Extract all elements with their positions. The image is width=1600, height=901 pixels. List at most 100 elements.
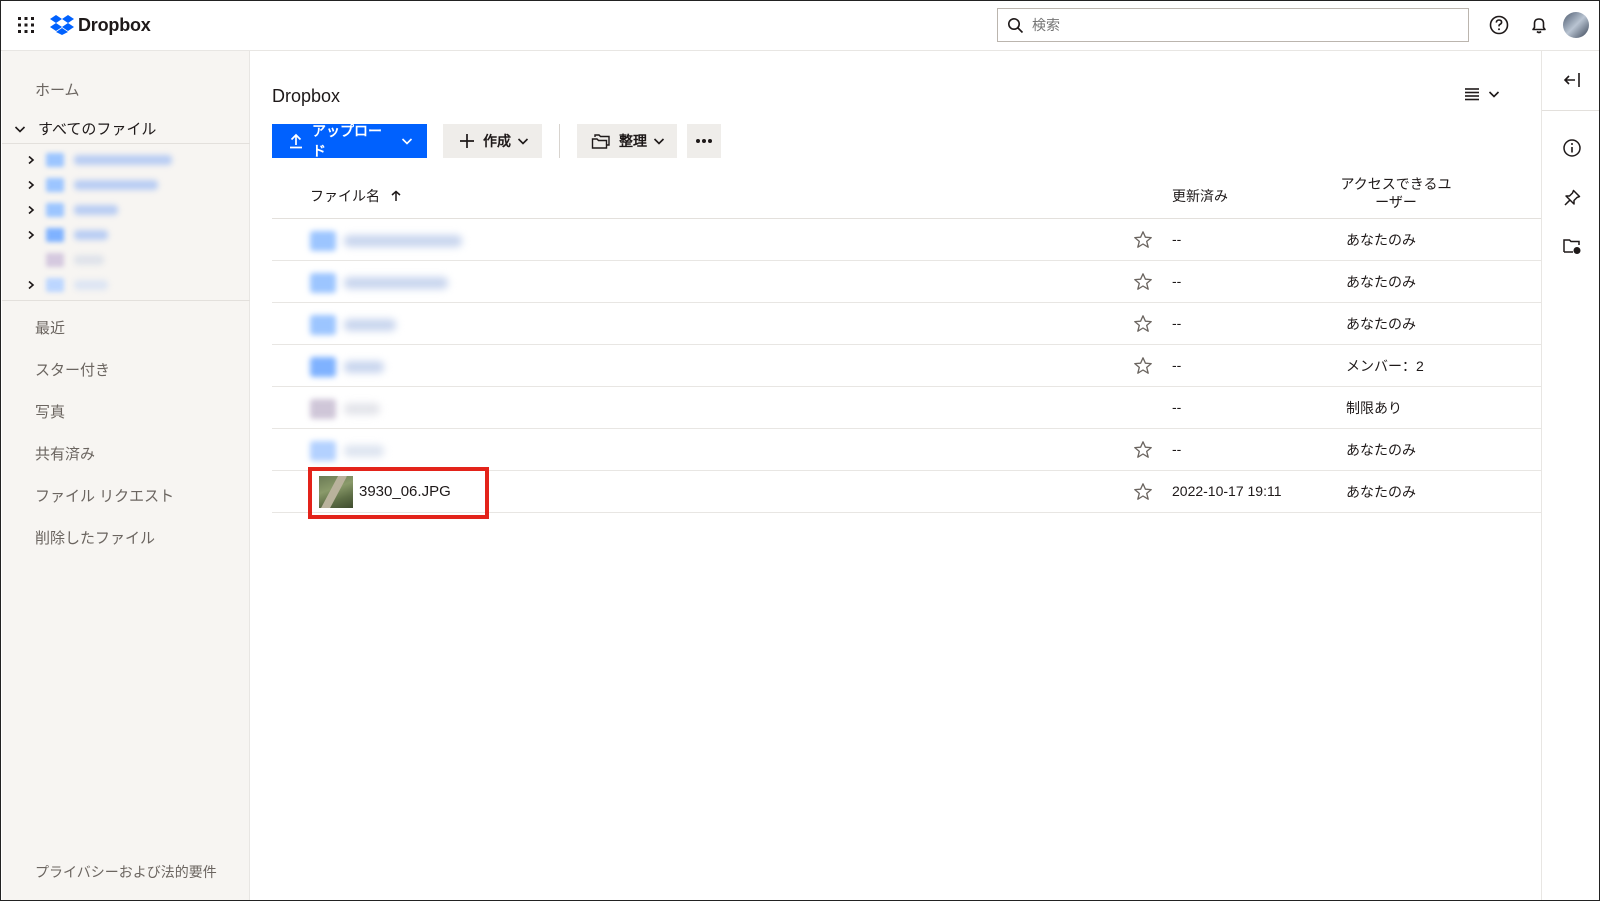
redacted-file-name: [344, 445, 384, 457]
restricted-folder-icon: [46, 253, 64, 267]
folder-activity-icon[interactable]: [1561, 235, 1583, 257]
star-icon[interactable]: [1133, 482, 1153, 502]
folder-tree-item[interactable]: [26, 150, 172, 170]
dropbox-logo[interactable]: Dropbox: [50, 13, 151, 37]
upload-icon: [290, 133, 302, 149]
chevron-down-icon[interactable]: [14, 123, 26, 135]
plus-icon: [460, 134, 474, 148]
modified-date: --: [1172, 441, 1182, 457]
redacted-folder-name: [74, 280, 108, 290]
sidebar-item-starred[interactable]: スター付き: [35, 359, 110, 380]
access-label: あなたのみ: [1346, 316, 1416, 332]
file-table-header: ファイル名 更新済み アクセスできるユーザー: [272, 169, 1541, 219]
column-header-access[interactable]: アクセスできるユーザー: [1340, 175, 1452, 211]
highlight-box: [308, 467, 489, 519]
divider: [2, 300, 250, 301]
modified-date: 2022-10-17 19:11: [1172, 483, 1282, 499]
more-actions-button[interactable]: [687, 124, 721, 158]
modified-date: --: [1172, 273, 1182, 289]
dropbox-box-icon: [50, 15, 74, 35]
chevron-down-icon: [517, 138, 529, 145]
chevron-down-icon: [653, 138, 665, 145]
table-row[interactable]: -- あなたのみ: [272, 219, 1541, 261]
sidebar-item-deleted-files[interactable]: 削除したファイル: [35, 527, 155, 548]
create-label: 作成: [483, 133, 511, 149]
sidebar-item-recent[interactable]: 最近: [35, 317, 65, 338]
shared-folder-icon: [310, 357, 336, 377]
info-icon[interactable]: [1561, 137, 1583, 159]
access-label: あなたのみ: [1346, 484, 1416, 500]
redacted-folder-name: [74, 155, 172, 165]
folder-icon: [310, 231, 336, 251]
folder-tree-item[interactable]: [26, 200, 118, 220]
brand-name: Dropbox: [78, 14, 151, 35]
search-input[interactable]: [1032, 13, 1452, 37]
search-box[interactable]: [997, 8, 1469, 42]
pin-icon[interactable]: [1561, 187, 1583, 209]
redacted-file-name: [344, 361, 384, 373]
search-icon: [1008, 18, 1024, 34]
table-row[interactable]: -- あなたのみ: [272, 429, 1541, 471]
table-row[interactable]: -- あなたのみ: [272, 303, 1541, 345]
divider: [2, 143, 250, 144]
sidebar-item-home[interactable]: ホーム: [35, 79, 80, 100]
folder-icon: [46, 203, 64, 217]
access-label: メンバー：2: [1346, 358, 1424, 374]
chevron-right-icon[interactable]: [26, 155, 36, 165]
sort-ascending-icon: [391, 190, 401, 201]
chevron-right-icon[interactable]: [26, 205, 36, 215]
help-icon[interactable]: [1488, 14, 1510, 36]
folder-tree-item[interactable]: [26, 225, 108, 245]
toolbar-divider: [559, 124, 560, 158]
column-header-name[interactable]: ファイル名: [310, 186, 402, 206]
chevron-right-icon[interactable]: [26, 230, 36, 240]
folder-tree-item[interactable]: [26, 275, 108, 295]
folder-icon: [46, 153, 64, 167]
folder-icon: [310, 273, 336, 293]
chevron-right-icon[interactable]: [26, 180, 36, 190]
app-window: Dropbox ホーム すべてのファイル: [0, 0, 1600, 901]
privacy-legal-link[interactable]: プライバシーおよび法的要件: [35, 862, 225, 882]
create-button[interactable]: 作成: [443, 124, 542, 158]
star-icon[interactable]: [1133, 272, 1153, 292]
organize-button[interactable]: 整理: [577, 124, 677, 158]
sidebar-item-photos[interactable]: 写真: [35, 401, 65, 422]
star-icon[interactable]: [1133, 356, 1153, 376]
sidebar-item-shared[interactable]: 共有済み: [35, 443, 95, 464]
avatar[interactable]: [1563, 12, 1589, 38]
chevron-down-icon: [1488, 91, 1500, 98]
column-header-modified[interactable]: 更新済み: [1172, 186, 1228, 206]
sidebar-item-file-requests[interactable]: ファイル リクエスト: [35, 485, 174, 506]
bell-icon[interactable]: [1528, 14, 1550, 36]
page-title: Dropbox: [272, 86, 341, 106]
table-row[interactable]: -- 制限あり: [272, 387, 1541, 429]
chevron-right-icon[interactable]: [26, 280, 36, 290]
sidebar-item-label: すべてのファイル: [38, 121, 157, 138]
organize-label: 整理: [619, 133, 647, 149]
top-bar: Dropbox: [1, 1, 1599, 51]
right-rail: [1541, 51, 1599, 900]
sidebar-item-all-files[interactable]: すべてのファイル: [14, 118, 156, 139]
folder-tree-item[interactable]: [26, 175, 158, 195]
divider: [1542, 110, 1599, 111]
redacted-file-name: [344, 277, 448, 289]
collapse-panel-icon[interactable]: [1561, 69, 1583, 91]
list-view-icon: [1465, 88, 1479, 101]
view-options-button[interactable]: [1464, 87, 1500, 101]
upload-button[interactable]: アップロード: [272, 123, 427, 159]
folder-tree-item[interactable]: [46, 250, 104, 270]
table-row[interactable]: -- メンバー：2: [272, 345, 1541, 387]
modified-date: --: [1172, 315, 1182, 331]
table-row[interactable]: -- あなたのみ: [272, 261, 1541, 303]
app-grid-icon[interactable]: [17, 16, 35, 34]
star-icon[interactable]: [1133, 440, 1153, 460]
table-row[interactable]: 3930_06.JPG 2022-10-17 19:11 あなたのみ: [272, 467, 1541, 519]
redacted-folder-name: [74, 255, 104, 265]
folder-icon: [310, 441, 336, 461]
access-label: 制限あり: [1346, 400, 1402, 416]
star-icon[interactable]: [1133, 314, 1153, 334]
star-icon[interactable]: [1133, 230, 1153, 250]
more-horizontal-icon: [696, 139, 712, 143]
access-label: あなたのみ: [1346, 232, 1416, 248]
folder-icon: [46, 278, 64, 292]
